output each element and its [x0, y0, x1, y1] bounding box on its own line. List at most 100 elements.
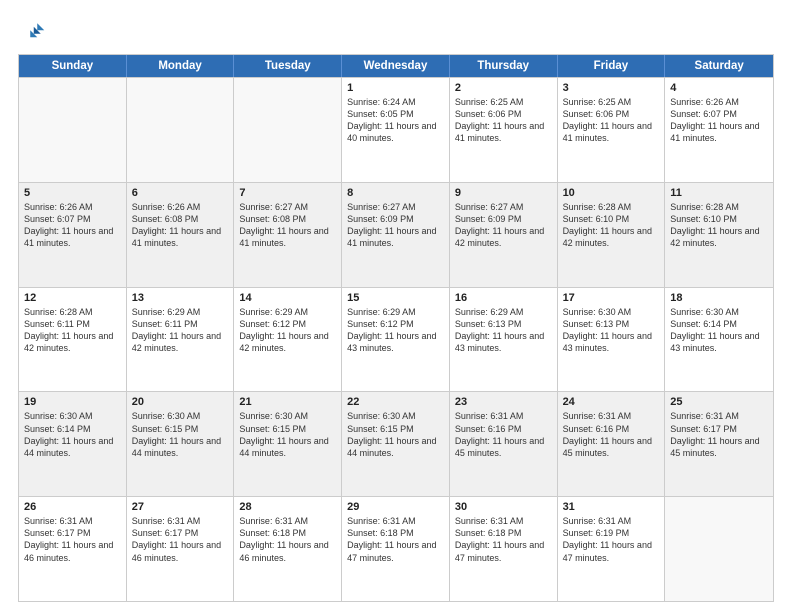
day-number: 20 [132, 396, 229, 408]
day-info: Sunrise: 6:31 AM Sunset: 6:18 PM Dayligh… [347, 515, 444, 564]
calendar-cell: 21Sunrise: 6:30 AM Sunset: 6:15 PM Dayli… [234, 392, 342, 496]
calendar-cell: 29 Sunrise: 6:31 AM Sunset: 6:18 PM Dayli… [342, 497, 450, 601]
calendar-row: 26 Sunrise: 6:31 AM Sunset: 6:17 PM Dayli… [19, 496, 773, 601]
calendar: SundayMondayTuesdayWednesdayThursdayFrid… [18, 54, 774, 602]
calendar-cell: 16 Sunrise: 6:29 AM Sunset: 6:13 PM Dayli… [450, 288, 558, 392]
calendar-cell: 13 Sunrise: 6:29 AM Sunset: 6:11 PM Dayli… [127, 288, 235, 392]
day-info: Sunrise: 6:31 AM Sunset: 6:16 PM Dayligh… [455, 410, 552, 459]
calendar-cell: 2Sunrise: 6:25 AM Sunset: 6:06 PM Daylig… [450, 78, 558, 182]
day-info: Sunrise: 6:29 AM Sunset: 6:11 PM Dayligh… [132, 306, 229, 355]
day-info: Sunrise: 6:30 AM Sunset: 6:15 PM Dayligh… [347, 410, 444, 459]
calendar-cell: 5Sunrise: 6:26 AM Sunset: 6:07 PM Daylig… [19, 183, 127, 287]
day-info: Sunrise: 6:31 AM Sunset: 6:19 PM Dayligh… [563, 515, 660, 564]
day-number: 4 [670, 82, 768, 94]
calendar-cell: 26 Sunrise: 6:31 AM Sunset: 6:17 PM Dayli… [19, 497, 127, 601]
header [18, 18, 774, 46]
calendar-row: 19 Sunrise: 6:30 AM Sunset: 6:14 PM Dayli… [19, 391, 773, 496]
day-number: 28 [239, 501, 336, 513]
calendar-cell: 4 Sunrise: 6:26 AM Sunset: 6:07 PM Daylig… [665, 78, 773, 182]
day-info: Sunrise: 6:31 AM Sunset: 6:16 PM Dayligh… [563, 410, 660, 459]
day-number: 10 [563, 187, 660, 199]
day-info: Sunrise: 6:28 AM Sunset: 6:10 PM Dayligh… [563, 201, 660, 250]
calendar-cell: 8 Sunrise: 6:27 AM Sunset: 6:09 PM Daylig… [342, 183, 450, 287]
calendar-cell: 17Sunrise: 6:30 AM Sunset: 6:13 PM Dayli… [558, 288, 666, 392]
day-info: Sunrise: 6:27 AM Sunset: 6:09 PM Dayligh… [347, 201, 444, 250]
day-info: Sunrise: 6:31 AM Sunset: 6:17 PM Dayligh… [670, 410, 768, 459]
day-number: 19 [24, 396, 121, 408]
day-info: Sunrise: 6:28 AM Sunset: 6:10 PM Dayligh… [670, 201, 768, 250]
day-info: Sunrise: 6:28 AM Sunset: 6:11 PM Dayligh… [24, 306, 121, 355]
calendar-cell: 24 Sunrise: 6:31 AM Sunset: 6:16 PM Dayli… [558, 392, 666, 496]
day-number: 6 [132, 187, 229, 199]
day-info: Sunrise: 6:25 AM Sunset: 6:06 PM Dayligh… [563, 96, 660, 145]
calendar-cell: 14 Sunrise: 6:29 AM Sunset: 6:12 PM Dayli… [234, 288, 342, 392]
day-number: 23 [455, 396, 552, 408]
day-info: Sunrise: 6:31 AM Sunset: 6:18 PM Dayligh… [239, 515, 336, 564]
calendar-cell: 1Sunrise: 6:24 AM Sunset: 6:05 PM Daylig… [342, 78, 450, 182]
calendar-cell: 19 Sunrise: 6:30 AM Sunset: 6:14 PM Dayli… [19, 392, 127, 496]
calendar-cell [665, 497, 773, 601]
day-info: Sunrise: 6:29 AM Sunset: 6:12 PM Dayligh… [239, 306, 336, 355]
day-number: 27 [132, 501, 229, 513]
day-number: 8 [347, 187, 444, 199]
calendar-cell: 6 Sunrise: 6:26 AM Sunset: 6:08 PM Daylig… [127, 183, 235, 287]
day-number: 29 [347, 501, 444, 513]
page: SundayMondayTuesdayWednesdayThursdayFrid… [0, 0, 792, 612]
day-info: Sunrise: 6:31 AM Sunset: 6:17 PM Dayligh… [132, 515, 229, 564]
logo [18, 18, 50, 46]
day-number: 26 [24, 501, 121, 513]
day-info: Sunrise: 6:30 AM Sunset: 6:14 PM Dayligh… [24, 410, 121, 459]
day-info: Sunrise: 6:29 AM Sunset: 6:12 PM Dayligh… [347, 306, 444, 355]
calendar-row: 1Sunrise: 6:24 AM Sunset: 6:05 PM Daylig… [19, 77, 773, 182]
day-number: 1 [347, 82, 444, 94]
day-number: 5 [24, 187, 121, 199]
calendar-cell [19, 78, 127, 182]
calendar-cell: 25 Sunrise: 6:31 AM Sunset: 6:17 PM Dayli… [665, 392, 773, 496]
day-number: 31 [563, 501, 660, 513]
day-info: Sunrise: 6:26 AM Sunset: 6:07 PM Dayligh… [670, 96, 768, 145]
calendar-cell: 31 Sunrise: 6:31 AM Sunset: 6:19 PM Dayli… [558, 497, 666, 601]
day-number: 16 [455, 292, 552, 304]
calendar-cell [127, 78, 235, 182]
day-number: 13 [132, 292, 229, 304]
day-info: Sunrise: 6:26 AM Sunset: 6:08 PM Dayligh… [132, 201, 229, 250]
calendar-cell: 23 Sunrise: 6:31 AM Sunset: 6:16 PM Dayli… [450, 392, 558, 496]
day-info: Sunrise: 6:29 AM Sunset: 6:13 PM Dayligh… [455, 306, 552, 355]
day-info: Sunrise: 6:31 AM Sunset: 6:18 PM Dayligh… [455, 515, 552, 564]
day-number: 9 [455, 187, 552, 199]
calendar-cell: 15Sunrise: 6:29 AM Sunset: 6:12 PM Dayli… [342, 288, 450, 392]
calendar-row: 5Sunrise: 6:26 AM Sunset: 6:07 PM Daylig… [19, 182, 773, 287]
weekday-header: Wednesday [342, 55, 450, 77]
calendar-cell: 10 Sunrise: 6:28 AM Sunset: 6:10 PM Dayli… [558, 183, 666, 287]
day-info: Sunrise: 6:31 AM Sunset: 6:17 PM Dayligh… [24, 515, 121, 564]
calendar-cell: 27 Sunrise: 6:31 AM Sunset: 6:17 PM Dayli… [127, 497, 235, 601]
day-number: 17 [563, 292, 660, 304]
calendar-cell: 11 Sunrise: 6:28 AM Sunset: 6:10 PM Dayli… [665, 183, 773, 287]
day-number: 11 [670, 187, 768, 199]
day-number: 30 [455, 501, 552, 513]
weekday-header: Monday [127, 55, 235, 77]
calendar-header: SundayMondayTuesdayWednesdayThursdayFrid… [19, 55, 773, 77]
logo-icon [18, 18, 46, 46]
calendar-cell: 18 Sunrise: 6:30 AM Sunset: 6:14 PM Dayli… [665, 288, 773, 392]
calendar-body: 1Sunrise: 6:24 AM Sunset: 6:05 PM Daylig… [19, 77, 773, 601]
day-number: 2 [455, 82, 552, 94]
day-number: 14 [239, 292, 336, 304]
day-info: Sunrise: 6:30 AM Sunset: 6:14 PM Dayligh… [670, 306, 768, 355]
calendar-cell: 3Sunrise: 6:25 AM Sunset: 6:06 PM Daylig… [558, 78, 666, 182]
calendar-cell: 28 Sunrise: 6:31 AM Sunset: 6:18 PM Dayli… [234, 497, 342, 601]
day-number: 18 [670, 292, 768, 304]
day-number: 12 [24, 292, 121, 304]
calendar-cell: 7Sunrise: 6:27 AM Sunset: 6:08 PM Daylig… [234, 183, 342, 287]
weekday-header: Tuesday [234, 55, 342, 77]
calendar-cell: 9 Sunrise: 6:27 AM Sunset: 6:09 PM Daylig… [450, 183, 558, 287]
day-number: 25 [670, 396, 768, 408]
weekday-header: Saturday [665, 55, 773, 77]
calendar-cell: 20 Sunrise: 6:30 AM Sunset: 6:15 PM Dayli… [127, 392, 235, 496]
day-info: Sunrise: 6:27 AM Sunset: 6:09 PM Dayligh… [455, 201, 552, 250]
day-number: 24 [563, 396, 660, 408]
calendar-cell [234, 78, 342, 182]
day-info: Sunrise: 6:30 AM Sunset: 6:15 PM Dayligh… [239, 410, 336, 459]
day-info: Sunrise: 6:30 AM Sunset: 6:15 PM Dayligh… [132, 410, 229, 459]
calendar-cell: 22Sunrise: 6:30 AM Sunset: 6:15 PM Dayli… [342, 392, 450, 496]
